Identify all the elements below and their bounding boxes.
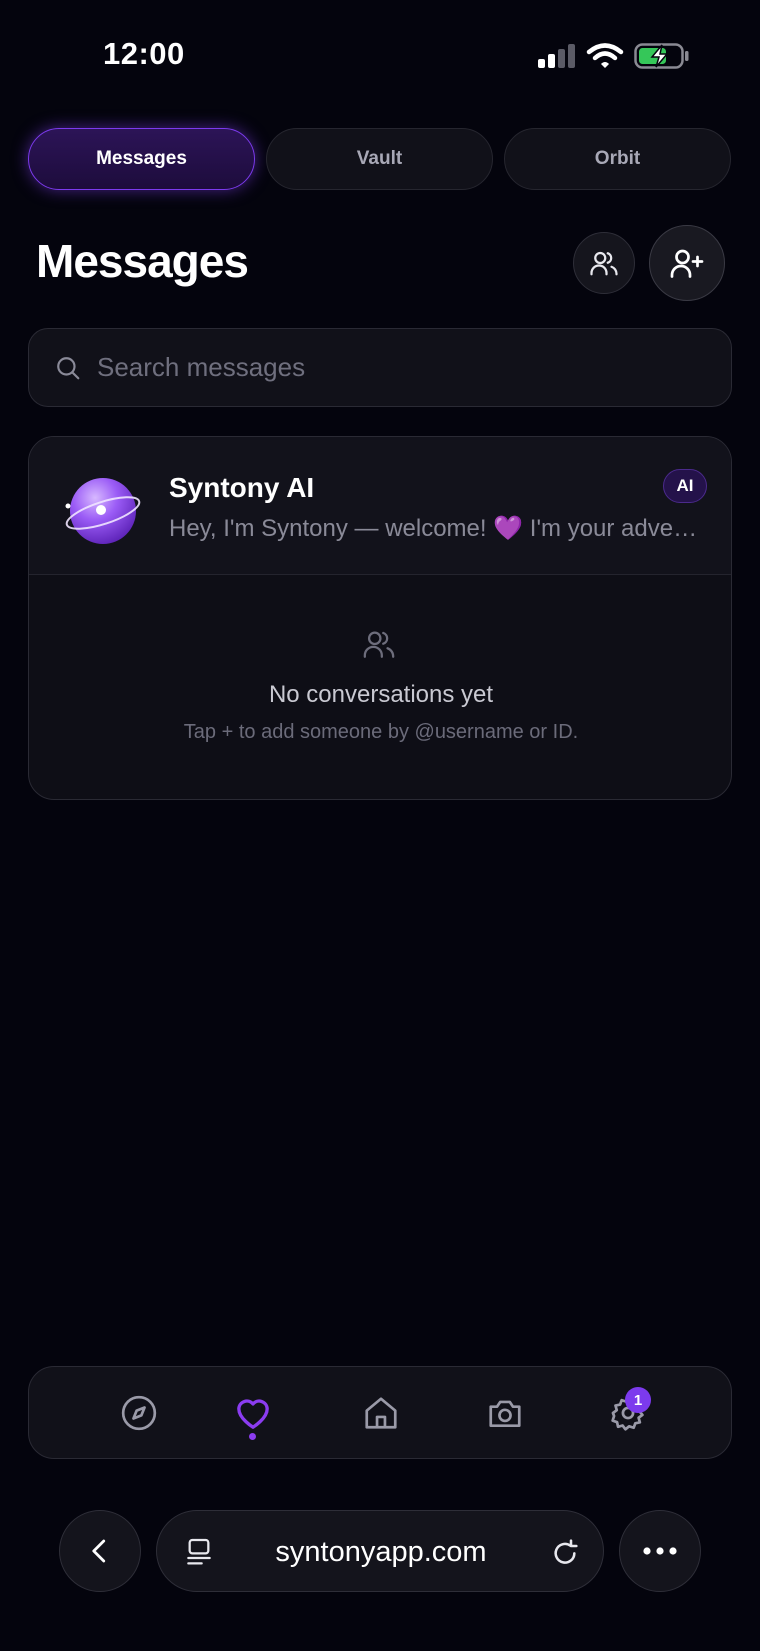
- wifi-icon: [586, 43, 624, 68]
- tab-orbit[interactable]: Orbit: [504, 128, 731, 190]
- contacts-button[interactable]: [573, 232, 635, 294]
- conversation-name: Syntony AI: [169, 472, 315, 503]
- nav-explore[interactable]: [115, 1389, 163, 1437]
- conversation-item-syntony-ai[interactable]: Syntony AI AI Hey, I'm Syntony — welcome…: [29, 437, 731, 574]
- search-icon: [57, 356, 80, 379]
- conversation-preview: Hey, I'm Syntony — welcome! 💜 I'm your a…: [169, 515, 709, 542]
- heart-icon: [237, 1399, 269, 1429]
- users-icon: [590, 251, 618, 276]
- ai-badge: AI: [663, 469, 707, 503]
- compass-icon: [121, 1395, 157, 1431]
- screen: 12:00 Messages Vault Orbit Messages Sear…: [0, 0, 760, 1651]
- notification-badge: 1: [625, 1387, 651, 1413]
- tab-bar: Messages Vault Orbit: [28, 128, 731, 190]
- nav-home[interactable]: [357, 1389, 405, 1437]
- divider: [29, 574, 731, 575]
- empty-state-title: No conversations yet: [268, 681, 494, 708]
- browser-url-text: syntonyapp.com: [275, 1536, 487, 1568]
- battery-charging-icon: [634, 43, 689, 69]
- empty-state-subtitle: Tap + to add someone by @username or ID.: [183, 721, 579, 743]
- nav-messages[interactable]: [229, 1389, 277, 1437]
- browser-more-button[interactable]: [619, 1510, 701, 1592]
- search-bar[interactable]: [28, 328, 732, 407]
- browser-back-button[interactable]: [59, 1510, 141, 1592]
- search-input[interactable]: [97, 352, 697, 383]
- user-plus-icon: [670, 249, 704, 278]
- nav-camera[interactable]: [481, 1389, 529, 1437]
- tab-vault[interactable]: Vault: [266, 128, 493, 190]
- conversations-card: Syntony AI AI Hey, I'm Syntony — welcome…: [28, 436, 732, 800]
- browser-url-bar[interactable]: syntonyapp.com: [156, 1510, 604, 1592]
- reload-icon[interactable]: [549, 1535, 581, 1569]
- more-dots-icon: [643, 1547, 677, 1555]
- active-indicator-dot: [249, 1433, 256, 1440]
- users-empty-icon: [363, 631, 395, 658]
- tab-messages[interactable]: Messages: [28, 128, 255, 190]
- cellular-signal-icon: [538, 44, 575, 68]
- page-title: Messages: [36, 235, 249, 287]
- bottom-nav: 1: [28, 1366, 732, 1459]
- syntony-planet-avatar: [65, 478, 141, 544]
- camera-icon: [489, 1400, 521, 1428]
- add-contact-button[interactable]: [649, 225, 725, 301]
- chevron-left-icon: [92, 1539, 106, 1563]
- status-time: 12:00: [103, 36, 185, 71]
- status-icons: [536, 40, 690, 72]
- home-icon: [365, 1397, 397, 1429]
